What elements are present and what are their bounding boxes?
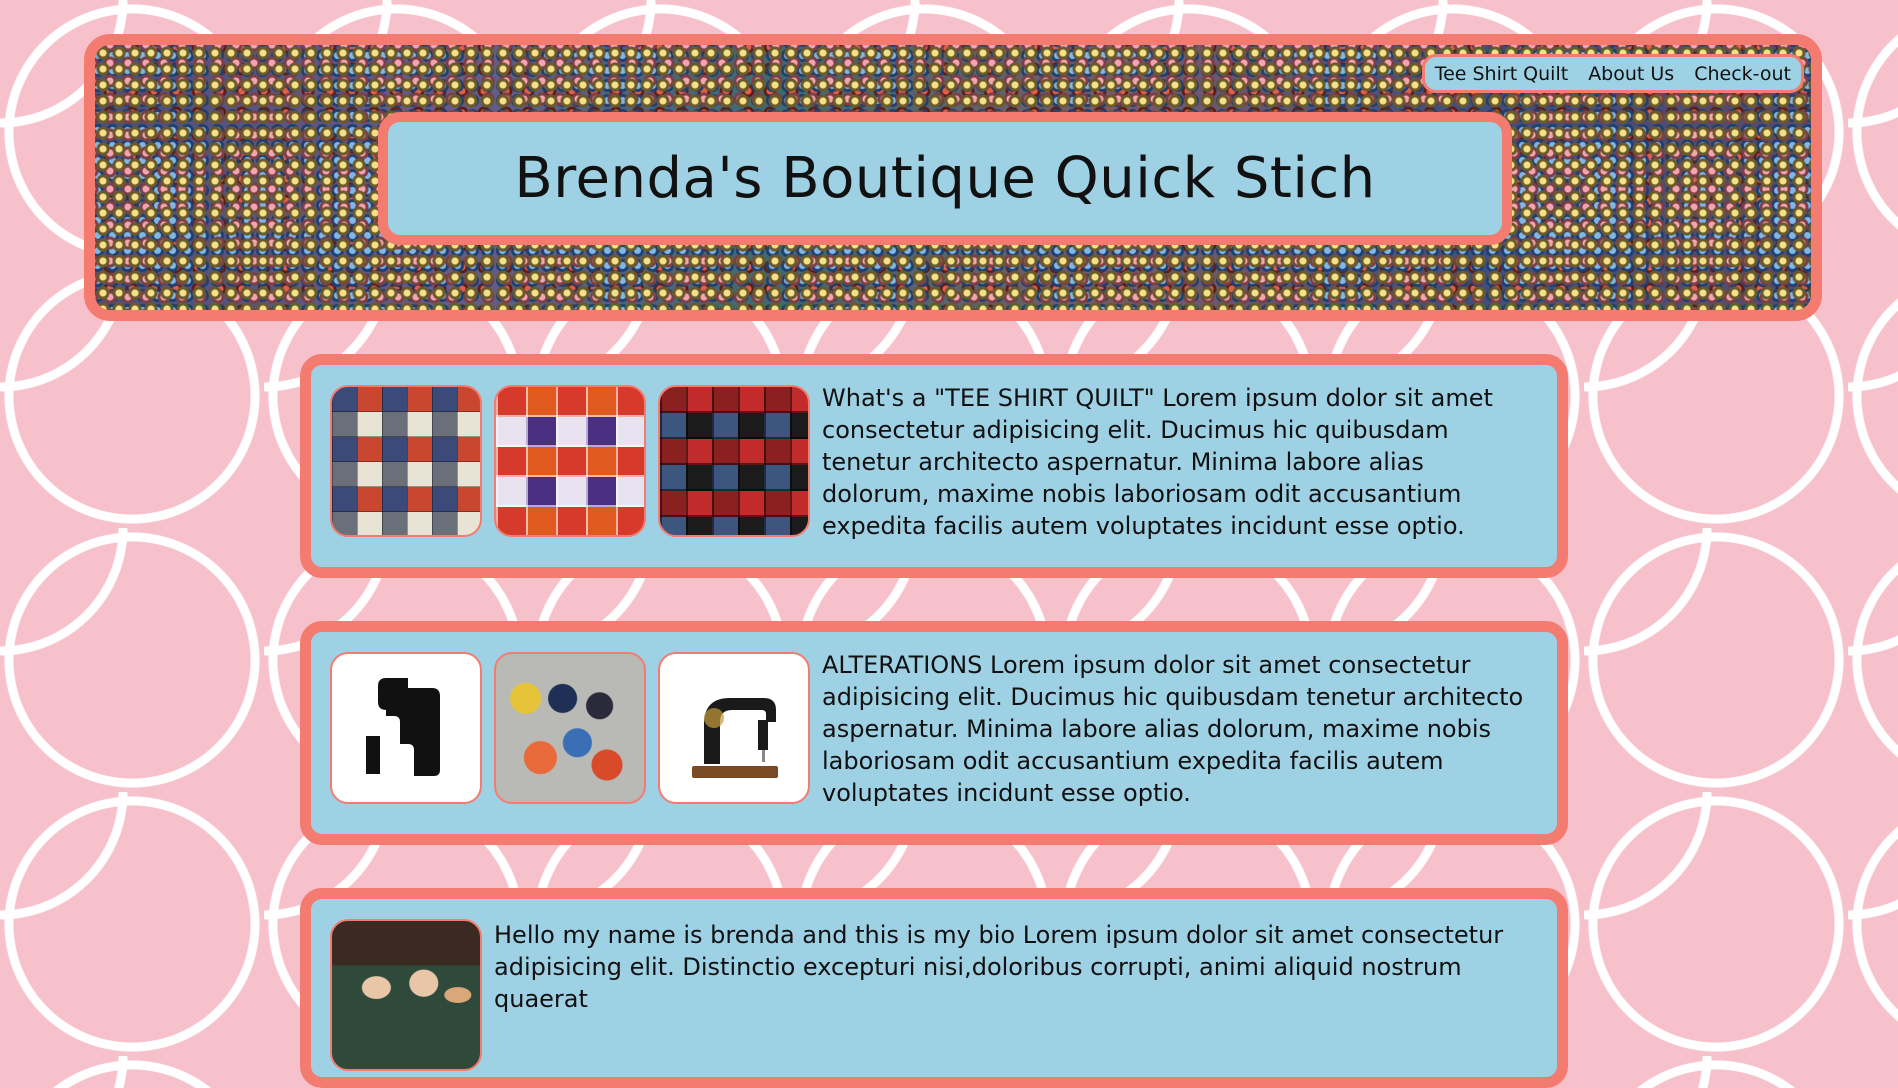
- quilt-image-2[interactable]: [494, 385, 646, 537]
- nav-check-out[interactable]: Check-out: [1694, 63, 1791, 85]
- section-text: ALTERATIONS Lorem ipsum dolor sit amet c…: [822, 651, 1524, 807]
- top-nav: Tee Shirt Quilt About Us Check-out: [1421, 54, 1804, 93]
- bio-text: Hello my name is brenda and this is my b…: [494, 921, 1504, 1013]
- title-banner: Brenda's Boutique Quick Stich: [378, 112, 1512, 245]
- thread-spools-image[interactable]: [494, 652, 646, 804]
- page-title: Brenda's Boutique Quick Stich: [514, 146, 1376, 211]
- quilt-image-1[interactable]: [330, 385, 482, 537]
- bio-section: Hello my name is brenda and this is my b…: [300, 888, 1568, 1088]
- brenda-photo[interactable]: [330, 919, 482, 1071]
- antique-sewing-machine-icon: [692, 698, 778, 778]
- tee-shirt-quilt-section: What's a "TEE SHIRT QUILT" Lorem ipsum d…: [300, 354, 1568, 578]
- site-header: Tee Shirt Quilt About Us Check-out Brend…: [84, 34, 1822, 321]
- sewing-machine-icon: [366, 678, 440, 776]
- section-text: What's a "TEE SHIRT QUILT" Lorem ipsum d…: [822, 384, 1493, 540]
- quilt-image-3[interactable]: [658, 385, 810, 537]
- alterations-section: ALTERATIONS Lorem ipsum dolor sit amet c…: [300, 621, 1568, 845]
- nav-about-us[interactable]: About Us: [1588, 63, 1674, 85]
- antique-sewing-machine-image[interactable]: [658, 652, 810, 804]
- nav-tee-shirt-quilt[interactable]: Tee Shirt Quilt: [1435, 63, 1568, 85]
- sewing-machine-silhouette-image[interactable]: [330, 652, 482, 804]
